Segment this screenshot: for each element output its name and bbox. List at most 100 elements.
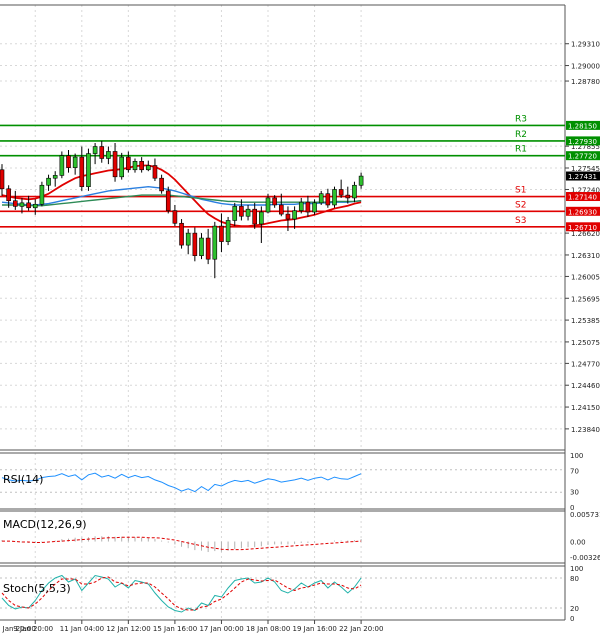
candle-bull [318,193,324,204]
forex-chart: R3 R2 R1 S1 S2 S3 100 70 30 0 RSI(14) 0.005731 0.0… [0,0,600,635]
candle-bear [165,190,171,211]
candle-bear [112,151,118,178]
candle-bear [126,156,131,171]
price-tick-label: 1.24460 [571,382,600,390]
price-tick-label: 1.24150 [571,404,600,412]
candle-bull [199,237,204,256]
price-tick-label: 1.23840 [571,426,600,434]
candle-bear [285,213,291,220]
candle-bull [46,177,51,186]
candle-bear [219,225,224,242]
time-tick-label: 11 Jan 04:00 [60,625,104,633]
candle-bear [6,188,11,202]
candle-bear [192,232,198,256]
candle-bull [259,211,264,225]
level-name-s1: S1 [515,186,526,196]
candle-bull [32,203,38,209]
candle-bull [59,155,65,176]
macd-tick-label: 0.005731 [570,511,600,519]
price-tick-label: 1.26310 [571,252,600,260]
chart-background [0,0,600,635]
candle-bear [345,194,351,199]
price-tick-label: 1.29000 [571,63,600,71]
candle-bear [205,237,211,260]
price-tick-label: 1.29310 [571,41,600,49]
price-tick-label: 1.25695 [571,295,600,303]
candle-bear [172,210,178,224]
macd-tick-label: 0.00 [570,539,586,547]
candle-bull [86,153,91,187]
stoch-tick-label: 80 [570,575,579,583]
current-price-label: 1.27431 [568,173,597,181]
candle-bear [139,161,144,171]
candle-bear [338,189,344,196]
level-tag-label: 1.26930 [568,208,597,216]
chart-stage: R3 R2 R1 S1 S2 S3 100 70 30 0 RSI(14) 0.005731 0.0… [0,0,600,635]
stoch-label: Stoch(5,5,3) [3,582,71,595]
level-tag-label: 1.27930 [568,138,597,146]
candle-bear [26,202,31,209]
candle-bull [232,206,238,221]
candle-bull [332,189,337,206]
stoch-tick-label: 0 [570,615,574,623]
rsi-tick-label: 70 [570,468,579,476]
price-tick-label: 1.24770 [571,360,600,368]
candle-bear [325,193,331,206]
time-tick-label: 9 Jan 20:00 [13,625,53,633]
rsi-tick-label: 100 [570,452,583,460]
price-tick-label: 1.25385 [571,317,600,325]
level-tag-label: 1.26710 [568,224,597,232]
candle-bear [278,204,284,215]
candle-bull [265,197,271,213]
price-tick-label: 1.28780 [571,78,600,86]
candle-bear [79,156,85,187]
stoch-tick-label: 100 [570,565,583,573]
level-name-r2: R2 [515,130,527,140]
time-tick-label: 15 Jan 16:00 [153,625,197,633]
candle-bear [305,201,311,213]
candle-bull [185,232,191,246]
candle-bear [13,200,18,207]
candle-bull [119,156,124,178]
time-tick-label: 12 Jan 12:00 [106,625,150,633]
price-tick-label: 1.26005 [571,273,600,281]
candle-bull [52,175,58,179]
time-tick-label: 22 Jan 20:00 [339,625,383,633]
stoch-tick-label: 20 [570,605,579,613]
level-tag-label: 1.27720 [568,153,597,161]
candle-bull [132,161,138,171]
candle-bear [0,169,5,190]
candle-bull [39,184,45,205]
candle-bear [252,208,257,225]
candle-bull [19,202,25,207]
level-name-r3: R3 [515,114,527,124]
time-tick-label: 19 Jan 16:00 [293,625,337,633]
candle-bull [146,165,151,171]
candle-bear [159,177,164,192]
candle-bear [179,222,184,246]
candle-bear [239,206,244,217]
candle-bull [225,220,231,242]
candle-bear [66,155,71,168]
price-tags: 1.28150 1.27930 1.27720 1.27140 1.26930 1.267… [566,120,600,232]
candle-bull [358,175,364,186]
level-tag-label: 1.28150 [568,122,597,130]
candle-bull [298,201,304,211]
candle-bull [312,202,317,213]
rsi-tick-label: 30 [570,488,579,496]
price-tick-label: 1.25075 [571,339,600,347]
candle-bull [292,210,297,220]
candle-bull [352,184,357,199]
time-tick-label: 18 Jan 08:00 [246,625,290,633]
level-name-s3: S3 [515,216,526,226]
level-tag-label: 1.27140 [568,194,597,202]
time-tick-label: 17 Jan 00:00 [199,625,243,633]
candle-bull [92,146,98,154]
candle-bear [272,197,277,206]
candle-bull [212,225,218,260]
rsi-label: RSI(14) [3,473,43,486]
macd-label: MACD(12,26,9) [3,518,87,531]
candle-bull [106,151,111,159]
candle-bull [72,156,78,168]
candle-bull [245,208,251,217]
